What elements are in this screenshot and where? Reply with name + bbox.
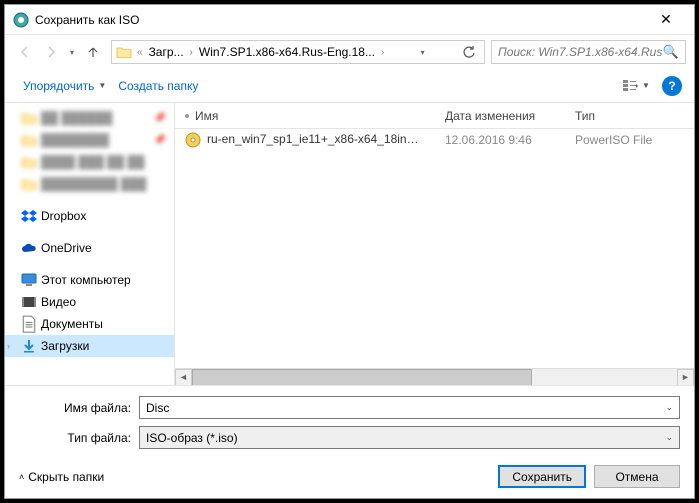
iso-icon	[185, 132, 201, 148]
sidebar-item[interactable]: › Загрузки	[5, 335, 174, 357]
chevron-down-icon: ▼	[98, 81, 106, 90]
chevron-right-icon[interactable]: ›	[190, 47, 193, 58]
new-folder-button[interactable]: Создать папку	[112, 75, 204, 97]
sidebar-item[interactable]: ████ ███ ██ ██	[5, 151, 174, 173]
path-dropdown[interactable]: ▾	[416, 40, 430, 64]
sidebar-item[interactable]: █████████ ███	[5, 173, 174, 195]
search-icon[interactable]: 🔍	[663, 44, 679, 60]
app-icon	[13, 12, 29, 28]
sidebar-item-label: Видео	[41, 295, 76, 309]
docs-icon	[21, 316, 37, 332]
col-type[interactable]: Тип	[565, 103, 665, 128]
folder-icon	[21, 154, 37, 170]
file-row[interactable]: ru-en_win7_sp1_ie11+_x86-x64_18in1_acti.…	[175, 129, 694, 151]
sidebar-item-label: ████ ███ ██ ██	[41, 155, 145, 169]
search-input[interactable]	[498, 45, 663, 59]
search-box[interactable]: 🔍	[491, 40, 686, 64]
file-name: ru-en_win7_sp1_ie11+_x86-x64_18in1_acti.…	[207, 132, 435, 146]
onedrive-icon	[21, 240, 37, 256]
filename-combo[interactable]: ⌄	[139, 396, 680, 419]
chevron-right-icon[interactable]: ›	[381, 47, 384, 58]
sidebar-item-label: OneDrive	[41, 241, 92, 255]
expand-icon[interactable]: ›	[7, 341, 10, 351]
chevron-down-icon: ▼	[642, 81, 650, 90]
navbar: ▾ « Загр... › Win7.SP1.x86-x64.Rus-Eng.1…	[5, 35, 694, 69]
scroll-left-button[interactable]: ◄	[175, 369, 192, 386]
sidebar-item-label: Документы	[41, 317, 103, 331]
video-icon	[21, 294, 37, 310]
pin-icon: 📌	[154, 113, 166, 124]
filetype-combo[interactable]: ISO-образ (*.iso) ⌄	[139, 426, 680, 449]
file-area[interactable]: ru-en_win7_sp1_ie11+_x86-x64_18in1_acti.…	[175, 129, 694, 368]
hide-folders-link[interactable]: ˄ Скрыть папки	[19, 470, 104, 484]
sidebar-item-label: Этот компьютер	[41, 273, 131, 287]
titlebar: Сохранить как ISO ✕	[5, 5, 694, 35]
nav-history-dropdown[interactable]: ▾	[65, 40, 79, 64]
close-button[interactable]: ✕	[646, 6, 686, 34]
organize-button[interactable]: Упорядочить ▼	[17, 75, 112, 97]
scroll-right-button[interactable]: ►	[677, 369, 694, 386]
save-dialog: Сохранить как ISO ✕ ▾ « Загр... › Win7.S…	[4, 4, 695, 499]
sidebar: ██ ██████ 📌 ████████ 📌 ████ ███ ██ ██ ███████…	[5, 103, 175, 385]
save-button[interactable]: Сохранить	[498, 465, 586, 488]
chevron-down-icon[interactable]: ⌄	[665, 432, 673, 443]
breadcrumb-path[interactable]: « Загр... › Win7.SP1.x86-x64.Rus-Eng.18.…	[111, 40, 485, 64]
nav-up-button[interactable]	[81, 40, 105, 64]
help-button[interactable]: ?	[662, 76, 682, 96]
folder-icon	[21, 132, 37, 148]
download-icon	[21, 338, 37, 354]
folder-icon	[21, 110, 37, 126]
nav-forward-button[interactable]	[39, 40, 63, 64]
sidebar-item[interactable]: ████████ 📌	[5, 129, 174, 151]
window-title: Сохранить как ISO	[35, 13, 646, 27]
sidebar-item[interactable]: Видео	[5, 291, 174, 313]
toolbar: Упорядочить ▼ Создать папку ▼ ?	[5, 69, 694, 103]
sidebar-item[interactable]: Этот компьютер	[5, 269, 174, 291]
filetype-label: Тип файла:	[19, 431, 139, 445]
sidebar-item[interactable]: Dropbox	[5, 205, 174, 227]
path-segment[interactable]: Win7.SP1.x86-x64.Rus-Eng.18...	[196, 43, 378, 61]
nav-back-button[interactable]	[13, 40, 37, 64]
file-type: PowerISO File	[565, 133, 665, 147]
scroll-thumb[interactable]	[192, 369, 532, 386]
dropbox-icon	[21, 208, 37, 224]
col-name[interactable]: Имя	[175, 103, 435, 128]
chevron-down-icon[interactable]: ⌄	[665, 402, 673, 413]
file-date: 12.06.2016 9:46	[435, 133, 565, 147]
chevron-up-icon: ˄	[19, 472, 24, 482]
pc-icon	[21, 272, 37, 288]
sidebar-item-label: Dropbox	[41, 209, 86, 223]
sidebar-item-label: ████████	[41, 133, 109, 147]
sidebar-item-label: Загрузки	[41, 339, 89, 353]
col-date[interactable]: Дата изменения	[435, 103, 565, 128]
folder-icon	[21, 176, 37, 192]
column-headers: Имя Дата изменения Тип	[175, 103, 694, 129]
filename-label: Имя файла:	[19, 401, 139, 415]
pin-icon: 📌	[154, 135, 166, 146]
sidebar-item[interactable]: ██ ██████ 📌	[5, 107, 174, 129]
sidebar-item-label: ██ ██████	[41, 111, 112, 125]
cancel-button[interactable]: Отмена	[594, 465, 680, 488]
filetype-value: ISO-образ (*.iso)	[146, 431, 665, 445]
horizontal-scrollbar[interactable]: ◄ ►	[175, 368, 694, 385]
body: ██ ██████ 📌 ████████ 📌 ████ ███ ██ ██ ███████…	[5, 103, 694, 385]
sidebar-item-label: █████████ ███	[41, 177, 146, 191]
refresh-button[interactable]	[458, 45, 480, 59]
sidebar-item[interactable]: OneDrive	[5, 237, 174, 259]
view-options-button[interactable]: ▼	[620, 74, 652, 98]
chevron-right-icon: «	[137, 47, 143, 58]
folder-icon	[116, 45, 132, 59]
path-segment[interactable]: Загр...	[146, 43, 187, 61]
filename-input[interactable]	[146, 401, 665, 415]
file-list: Имя Дата изменения Тип ru-en_win7_sp1_ie…	[175, 103, 694, 385]
sidebar-item[interactable]: Документы	[5, 313, 174, 335]
footer: Имя файла: ⌄ Тип файла: ISO-образ (*.iso…	[5, 385, 694, 498]
